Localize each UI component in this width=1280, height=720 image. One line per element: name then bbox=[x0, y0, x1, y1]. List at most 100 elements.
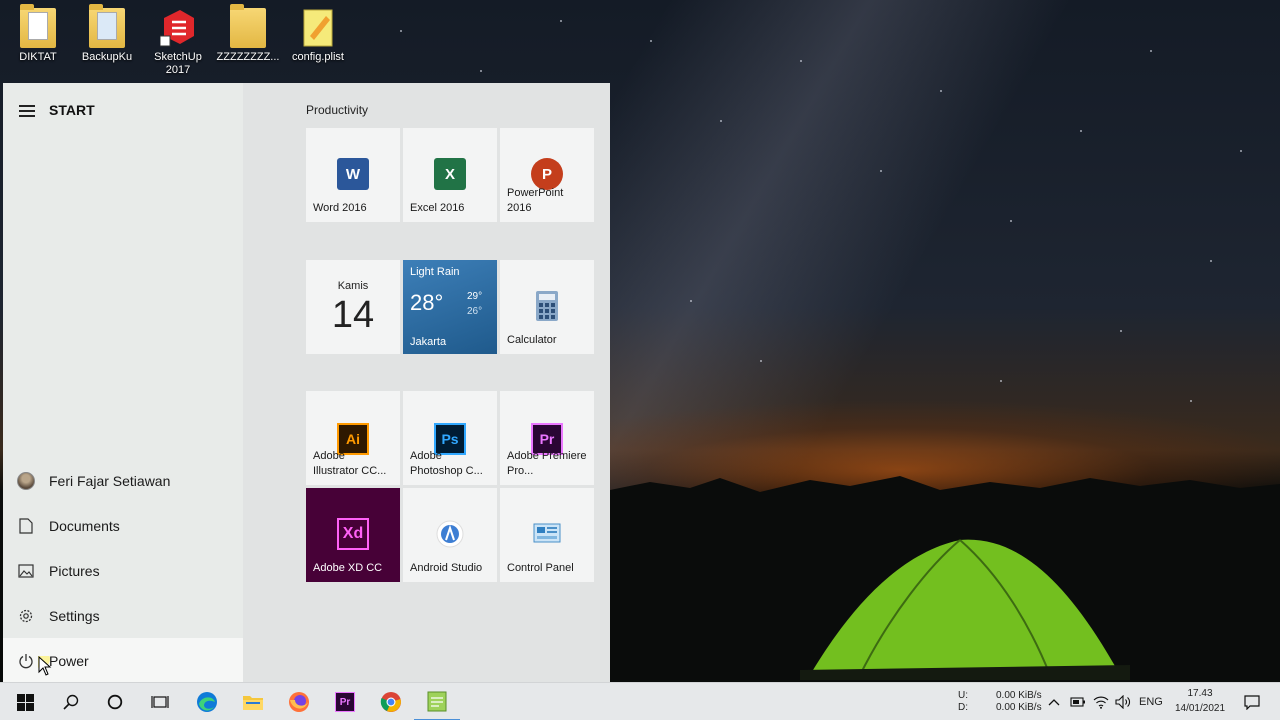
tent-illustration bbox=[800, 539, 1130, 680]
tile-calculator[interactable]: Calculator bbox=[500, 260, 594, 354]
wifi-icon bbox=[1093, 696, 1109, 709]
mouse-cursor-icon bbox=[38, 656, 52, 676]
taskbar-notepad[interactable] bbox=[414, 683, 460, 720]
download-label: D: bbox=[958, 702, 968, 713]
start-title: START bbox=[49, 102, 95, 118]
start-menu: START Feri Fajar Setiawan Documents Pict… bbox=[3, 83, 610, 683]
weather-city: Jakarta bbox=[410, 336, 447, 348]
pictures-button[interactable]: Pictures bbox=[3, 548, 243, 593]
documents-label: Documents bbox=[49, 517, 120, 534]
tile-label: Calculator bbox=[507, 334, 557, 346]
premiere-icon: Pr bbox=[335, 692, 355, 712]
avatar bbox=[17, 471, 35, 490]
taskbar-file-explorer[interactable] bbox=[230, 683, 276, 720]
firefox-icon bbox=[289, 692, 309, 712]
search-icon bbox=[63, 694, 79, 710]
search-button[interactable] bbox=[48, 683, 94, 720]
calculator-icon bbox=[531, 290, 563, 322]
xd-icon: Xd bbox=[337, 518, 369, 550]
folder-icon bbox=[243, 696, 263, 710]
tile-label: Adobe Illustrator CC... bbox=[313, 450, 387, 477]
task-view-button[interactable] bbox=[137, 683, 183, 720]
tile-label: PowerPoint 2016 bbox=[507, 187, 564, 214]
tile-label: Word 2016 bbox=[313, 202, 367, 214]
calendar-date: 14 bbox=[331, 294, 375, 336]
tile-premiere[interactable]: Pr Adobe Premiere Pro... bbox=[500, 391, 594, 485]
clock-time[interactable]: 17.43 bbox=[1172, 688, 1228, 700]
weather-condition: Light Rain bbox=[410, 266, 460, 278]
settings-label: Settings bbox=[49, 607, 100, 624]
upload-label: U: bbox=[958, 690, 968, 701]
taskbar-chrome[interactable] bbox=[368, 683, 414, 720]
cortana-circle-icon bbox=[107, 694, 123, 710]
power-label: Power bbox=[49, 652, 89, 669]
excel-icon: X bbox=[434, 158, 466, 190]
folder-icon bbox=[89, 4, 125, 48]
word-icon: W bbox=[337, 158, 369, 190]
tile-label: Control Panel bbox=[507, 562, 574, 574]
network-button[interactable] bbox=[1089, 683, 1113, 720]
tile-group-title: Productivity bbox=[306, 103, 369, 117]
battery-icon bbox=[1070, 697, 1085, 707]
desktop-icon-zzz-folder[interactable]: ZZZZZZZZ... bbox=[213, 4, 283, 64]
chrome-icon bbox=[380, 692, 401, 712]
tile-weather[interactable]: Light Rain 28° 29° 26° Jakarta bbox=[403, 260, 497, 354]
desktop-icon-label: SketchUp 2017 bbox=[154, 51, 202, 76]
taskbar-premiere[interactable]: Pr bbox=[322, 683, 368, 720]
user-account-button[interactable]: Feri Fajar Setiawan bbox=[3, 458, 243, 503]
tile-word[interactable]: W Word 2016 bbox=[306, 128, 400, 222]
start-button[interactable] bbox=[2, 683, 48, 720]
tile-calendar[interactable]: Kamis 14 bbox=[306, 260, 400, 354]
taskbar: Pr U: D: 0.00 KiB/s 0.00 KiB/s ENG 17.43… bbox=[0, 682, 1280, 720]
tile-illustrator[interactable]: Ai Adobe Illustrator CC... bbox=[306, 391, 400, 485]
gear-icon bbox=[3, 608, 49, 624]
desktop-icon-label: DIKTAT bbox=[19, 51, 57, 63]
tile-excel[interactable]: X Excel 2016 bbox=[403, 128, 497, 222]
notification-icon bbox=[1244, 695, 1260, 710]
download-speed: 0.00 KiB/s bbox=[996, 702, 1042, 713]
volume-button[interactable] bbox=[1111, 683, 1135, 720]
tile-label: Adobe XD CC bbox=[313, 562, 383, 574]
cortana-button[interactable] bbox=[92, 683, 138, 720]
language-indicator[interactable]: ENG bbox=[1139, 696, 1163, 708]
documents-button[interactable]: Documents bbox=[3, 503, 243, 548]
tile-photoshop[interactable]: Ps Adobe Photoshop C... bbox=[403, 391, 497, 485]
desktop-icon-config-plist[interactable]: config.plist bbox=[283, 8, 353, 64]
tile-label: Adobe Photoshop C... bbox=[410, 450, 483, 477]
folder-icon bbox=[230, 4, 266, 48]
desktop-icon-sketchup[interactable]: SketchUp 2017 bbox=[143, 8, 213, 77]
pictures-label: Pictures bbox=[49, 562, 100, 579]
windows-logo-icon bbox=[16, 693, 34, 711]
hamburger-menu-icon[interactable] bbox=[19, 105, 35, 117]
weather-temp: 28° bbox=[410, 290, 444, 315]
desktop-icon-label: ZZZZZZZZ... bbox=[216, 51, 280, 63]
tile-adobe-xd[interactable]: Xd Adobe XD CC bbox=[306, 488, 400, 582]
pictures-icon bbox=[3, 563, 49, 578]
calendar-day: Kamis bbox=[337, 280, 369, 292]
chevron-up-icon bbox=[1048, 699, 1060, 706]
settings-button[interactable]: Settings bbox=[3, 593, 243, 638]
weather-high: 29° bbox=[467, 291, 483, 302]
battery-button[interactable] bbox=[1066, 683, 1090, 720]
folder-icon bbox=[20, 4, 56, 48]
control-panel-icon bbox=[531, 518, 563, 550]
desktop-icon-backupku[interactable]: BackupKu bbox=[72, 4, 142, 64]
speaker-icon bbox=[1115, 695, 1130, 709]
task-view-icon bbox=[151, 696, 169, 708]
action-center-button[interactable] bbox=[1232, 683, 1272, 720]
tile-label: Adobe Premiere Pro... bbox=[507, 450, 587, 477]
tile-powerpoint[interactable]: P PowerPoint 2016 bbox=[500, 128, 594, 222]
upload-speed: 0.00 KiB/s bbox=[996, 690, 1042, 701]
android-studio-icon bbox=[434, 518, 466, 550]
user-name: Feri Fajar Setiawan bbox=[49, 472, 171, 489]
taskbar-edge[interactable] bbox=[184, 683, 230, 720]
edge-icon bbox=[197, 692, 217, 712]
tile-control-panel[interactable]: Control Panel bbox=[500, 488, 594, 582]
desktop-icon-diktat[interactable]: DIKTAT bbox=[3, 4, 73, 64]
notepad-file-icon bbox=[300, 8, 336, 48]
show-hidden-icons-button[interactable] bbox=[1042, 683, 1066, 720]
clock-date[interactable]: 14/01/2021 bbox=[1172, 703, 1228, 715]
tile-android-studio[interactable]: Android Studio bbox=[403, 488, 497, 582]
start-left-pane: START Feri Fajar Setiawan Documents Pict… bbox=[3, 83, 243, 683]
taskbar-firefox[interactable] bbox=[276, 683, 322, 720]
